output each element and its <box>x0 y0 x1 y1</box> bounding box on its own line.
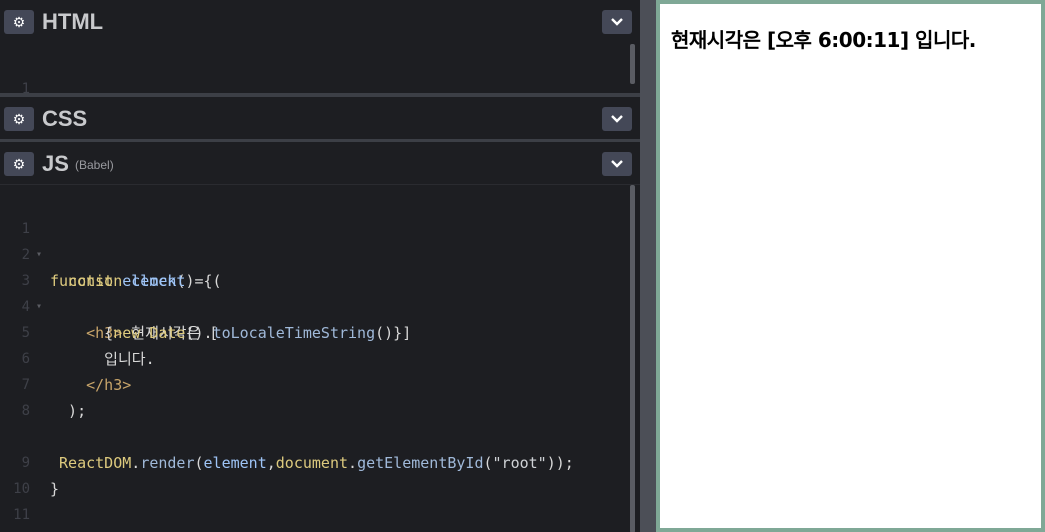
code-line: 9 } <box>0 424 630 498</box>
code-line: 6 </h3> <box>0 320 630 394</box>
html-panel: ⚙ HTML 1 <div id="root"></div> <box>0 0 640 124</box>
code-line: 4 {new Date().toLocaleTimeString()}] <box>0 268 630 342</box>
css-settings-button[interactable]: ⚙ <box>4 107 34 131</box>
html-collapse-button[interactable] <box>602 10 632 34</box>
html-settings-button[interactable]: ⚙ <box>4 10 34 34</box>
js-code-editor[interactable]: 1 ▾ function clock() { 2 const element =… <box>0 184 640 532</box>
html-panel-header: ⚙ HTML <box>0 0 640 42</box>
gear-icon: ⚙ <box>12 14 26 30</box>
html-panel-title: HTML <box>42 9 104 34</box>
gear-icon: ⚙ <box>12 111 26 127</box>
css-panel-title: CSS <box>42 106 88 131</box>
chevron-down-icon <box>611 160 623 168</box>
js-preprocessor-label: (Babel) <box>75 158 114 172</box>
code-line: ReactDOM.render(element,document.getElem… <box>0 398 630 472</box>
preview-frame: 현재시각은 [오후 6:00:11] 입니다. <box>660 4 1041 528</box>
html-code-editor[interactable]: 1 <div id="root"></div> <box>0 44 640 124</box>
code-line: 10 <box>0 450 630 497</box>
js-scrollbar[interactable] <box>630 185 635 532</box>
clock-heading: 현재시각은 [오후 6:00:11] 입니다. <box>671 28 976 52</box>
resize-handle[interactable] <box>640 0 656 532</box>
js-panel-title: JS <box>42 151 69 176</box>
code-line: 7 ); <box>0 346 630 420</box>
gear-icon: ⚙ <box>12 156 26 172</box>
result-preview: 현재시각은 [오후 6:00:11] 입니다. <box>656 0 1045 532</box>
code-line: 1 ▾ function clock() { <box>0 190 630 290</box>
code-line: 3 ▾ <h3> 현재시각은 [ <box>0 242 630 342</box>
js-settings-button[interactable]: ⚙ <box>4 152 34 176</box>
editor-column: ⚙ HTML 1 <div id="root"></div> ⚙ CSS ⚙ <box>0 0 640 532</box>
code-line: 2 const element = ( <box>0 216 630 290</box>
code-text: setInterval(clock, 1000); <box>50 528 276 532</box>
css-panel: ⚙ CSS <box>0 97 640 139</box>
code-line: 12 <box>0 502 630 528</box>
js-collapse-button[interactable] <box>602 152 632 176</box>
chevron-down-icon <box>611 115 623 123</box>
js-panel-header: ⚙ JS (Babel) <box>0 142 640 184</box>
chevron-down-icon <box>611 18 623 26</box>
css-panel-header: ⚙ CSS <box>0 97 640 139</box>
code-line: 5 입니다. <box>0 294 630 368</box>
code-line: 1 <div id="root"></div> <box>0 50 630 124</box>
code-line: 8 <box>0 372 630 419</box>
js-panel: ⚙ JS (Babel) 1 ▾ function clock() { 2 co… <box>0 142 640 532</box>
css-collapse-button[interactable] <box>602 107 632 131</box>
html-scrollbar[interactable] <box>630 44 635 84</box>
line-number: 12 <box>0 528 30 532</box>
code-line: 11 setInterval(clock, 1000); <box>0 476 630 523</box>
